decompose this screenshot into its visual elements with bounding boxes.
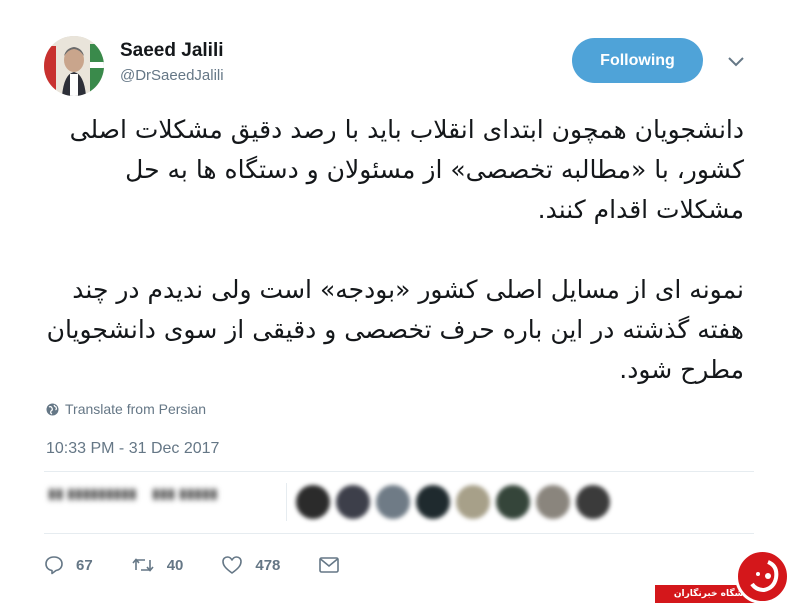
avatar[interactable] [536,485,570,519]
tweet-actions: 67 40 478 [44,552,378,578]
avatar[interactable] [296,485,330,519]
avatar[interactable] [496,485,530,519]
avatar[interactable] [416,485,450,519]
globe-icon [46,403,59,415]
avatar[interactable] [456,485,490,519]
direct-message-button[interactable] [318,556,340,574]
engagement-stats: ▮▮ ▮▮▮▮▮▮▮▮▮ ▮▮▮ ▮▮▮▮▮ [44,477,754,527]
translate-link[interactable]: Translate from Persian [46,401,206,417]
retweet-button[interactable]: 40 [131,555,184,575]
translate-label: Translate from Persian [65,401,207,417]
like-count: 478 [255,556,281,574]
chevron-down-icon[interactable] [726,54,746,70]
like-button[interactable]: 478 [221,555,280,575]
avatar-image [44,36,104,96]
reply-count: 67 [76,556,93,574]
user-handle[interactable]: @DrSaeedJalili [120,67,224,84]
divider [44,533,754,534]
display-name[interactable]: Saeed Jalili [120,40,224,62]
tweet-text: دانشجویان همچون ابتدای انقلاب باید با رص… [44,110,744,390]
envelope-icon [319,557,340,573]
watermark-emblem-icon [750,560,779,593]
avatar[interactable] [576,485,610,519]
tweet-header: Saeed Jalili @DrSaeedJalili Following [44,36,754,96]
divider [44,471,754,472]
watermark-emblem [735,549,790,604]
tweet-timestamp[interactable]: 10:33 PM - 31 Dec 2017 [46,440,219,458]
liker-avatars [296,485,610,519]
avatar[interactable] [376,485,410,519]
reply-button[interactable]: 67 [44,555,93,575]
watermark-logo: باشگاه خبرنگاران [651,549,790,607]
avatar[interactable] [44,36,104,96]
retweet-count: 40 [166,556,184,574]
heart-icon [222,556,243,574]
avatar[interactable] [336,485,370,519]
reply-icon [45,556,63,575]
tweet-paragraph: دانشجویان همچون ابتدای انقلاب باید با رص… [69,115,744,224]
following-button[interactable]: Following [572,38,703,83]
retweet-count-blurred: ▮▮ ▮▮▮▮▮▮▮▮▮ [48,485,137,501]
likes-count-blurred: ▮▮▮ ▮▮▮▮▮ [152,485,218,501]
divider [286,483,287,521]
tweet-paragraph: نمونه ای از مسایل اصلی کشور «بودجه» است … [46,275,744,384]
retweet-icon [132,558,154,572]
